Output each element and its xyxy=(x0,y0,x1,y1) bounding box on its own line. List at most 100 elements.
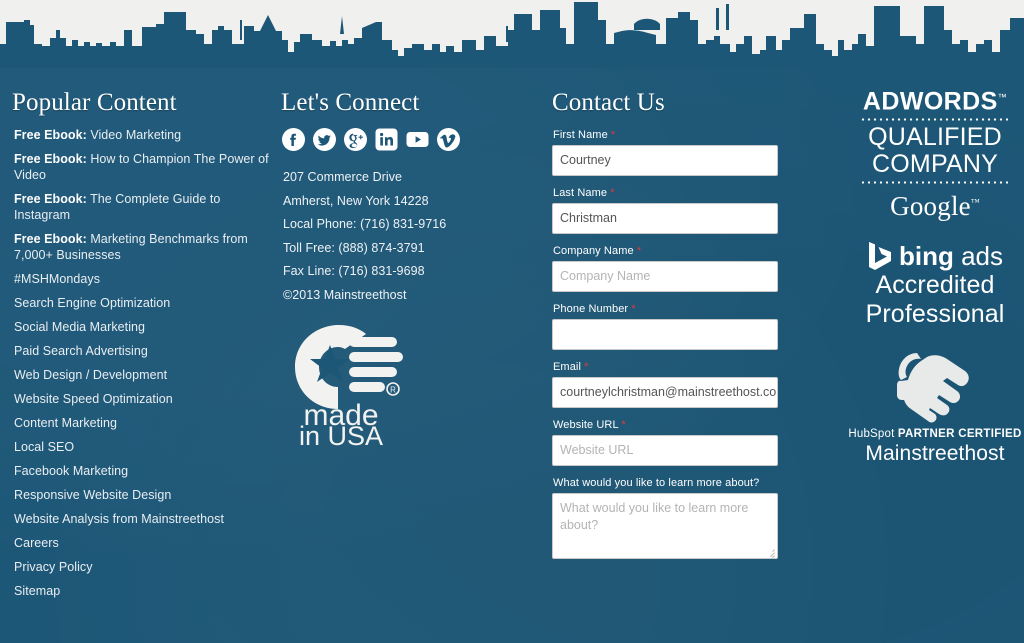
popular-content-link[interactable]: Local SEO xyxy=(14,439,272,463)
popular-content-label: Facebook Marketing xyxy=(14,464,129,478)
textarea-resize-grip[interactable] xyxy=(765,546,776,558)
popular-content-link[interactable]: Search Engine Optimization xyxy=(14,295,272,319)
bing-ads-wordmark: bing ads xyxy=(898,241,1004,272)
learn-more-textarea[interactable]: What would you like to learn more about? xyxy=(552,493,778,559)
field-label-text: What would you like to learn more about? xyxy=(553,477,760,489)
vimeo-icon[interactable] xyxy=(437,128,460,151)
field-label-text: Phone Number xyxy=(553,303,629,315)
free-ebook-prefix: Free Ebook: xyxy=(14,192,87,206)
popular-content-link[interactable]: Free Ebook: Video Marketing xyxy=(14,127,272,151)
address-line-2: Amherst, New York 14228 xyxy=(283,193,429,208)
popular-content-link[interactable]: Responsive Website Design xyxy=(14,487,272,511)
text-input[interactable]: Christman xyxy=(552,203,778,234)
popular-content-label: Content Marketing xyxy=(14,416,117,430)
text-input[interactable]: courtneylchristman@mainstreethost.com xyxy=(552,377,778,408)
popular-content-label: Responsive Website Design xyxy=(14,488,172,502)
form-field: Email * courtneylchristman@mainstreethost… xyxy=(552,361,802,408)
bing-professional-label: Professional xyxy=(865,300,1005,329)
popular-content-link[interactable]: #MSHMondays xyxy=(14,271,272,295)
toll-free-phone[interactable]: Toll Free: (888) 874-3791 xyxy=(283,237,536,261)
popular-content-label: Paid Search Advertising xyxy=(14,344,148,358)
field-label: What would you like to learn more about? xyxy=(553,477,802,489)
popular-content-link[interactable]: Website Speed Optimization xyxy=(14,391,272,415)
text-input[interactable]: Website URL xyxy=(552,435,778,466)
city-skyline-banner xyxy=(0,0,1024,68)
footer-columns: Popular Content Free Ebook: Video Market… xyxy=(0,68,1024,643)
form-field: Company Name * Company Name xyxy=(552,245,802,292)
dotted-divider-top xyxy=(860,118,1010,122)
text-input[interactable]: Courtney xyxy=(552,145,778,176)
adwords-title: ADWORDS™ xyxy=(862,87,1008,116)
popular-content-link[interactable]: Web Design / Development xyxy=(14,367,272,391)
popular-content-label: Website Speed Optimization xyxy=(14,392,173,406)
google-wordmark: Google™ xyxy=(890,191,980,222)
required-asterisk: * xyxy=(607,187,615,199)
textarea-placeholder: What would you like to learn more about? xyxy=(560,501,749,532)
certification-badges-column: ADWORDS™ QUALIFIED COMPANY Google™ bing … xyxy=(846,68,1024,466)
popular-content-label: Privacy Policy xyxy=(14,560,93,574)
bing-ads-accredited-professional-badge: bing ads Accredited Professional xyxy=(846,241,1024,329)
popular-content-link[interactable]: Careers xyxy=(14,535,272,559)
twitter-icon[interactable] xyxy=(313,128,336,151)
bing-wordmark-row: bing ads xyxy=(846,241,1024,271)
text-input[interactable]: Company Name xyxy=(552,261,778,292)
popular-content-link[interactable]: Paid Search Advertising xyxy=(14,343,272,367)
lets-connect-heading: Let's Connect xyxy=(281,89,420,116)
popular-content-link[interactable]: Free Ebook: Marketing Benchmarks from 7,… xyxy=(14,231,272,271)
popular-content-label: Careers xyxy=(14,536,59,550)
bing-logo-icon xyxy=(868,242,891,271)
field-label-text: Email xyxy=(553,361,582,373)
contact-address-block: 207 Commerce Drive Amherst, New York 142… xyxy=(283,166,536,307)
popular-content-label: Social Media Marketing xyxy=(14,320,146,334)
social-links-row xyxy=(282,128,536,151)
linkedin-icon[interactable] xyxy=(375,128,398,151)
popular-content-label: #MSHMondays xyxy=(14,272,100,286)
hubspot-certification-line: HubSpot PARTNER CERTIFIED xyxy=(848,428,1022,441)
required-asterisk: * xyxy=(633,245,642,257)
field-label-text: First Name xyxy=(553,129,608,141)
contact-us-column: Contact Us First Name * Courtney Last Name… xyxy=(552,68,802,559)
local-phone[interactable]: Local Phone: (716) 831-9716 xyxy=(283,213,536,237)
address-line-1: 207 Commerce Drive xyxy=(283,170,402,184)
popular-content-label: Sitemap xyxy=(14,584,61,598)
form-field: Last Name * Christman xyxy=(552,187,802,234)
popular-content-link[interactable]: Social Media Marketing xyxy=(14,319,272,343)
free-ebook-prefix: Free Ebook: xyxy=(14,128,87,142)
popular-content-link[interactable]: Content Marketing xyxy=(14,415,272,439)
made-in-usa-logo: R made in USA xyxy=(289,321,439,446)
youtube-icon[interactable] xyxy=(406,128,429,151)
dotted-divider-bottom xyxy=(860,181,1010,185)
hubspot-partner-certified-badge: HubSpot PARTNER CERTIFIED Mainstreethost xyxy=(846,347,1024,466)
google-plus-icon[interactable] xyxy=(344,128,367,151)
lets-connect-column: Let's Connect 207 Commerce Drive Amherst… xyxy=(281,68,536,446)
popular-content-list: Free Ebook: Video Marketing Free Ebook: H… xyxy=(10,127,272,607)
popular-content-link[interactable]: Privacy Policy xyxy=(14,559,272,583)
adwords-company-label: COMPANY xyxy=(872,150,998,179)
svg-text:R: R xyxy=(390,386,396,395)
popular-content-link[interactable]: Facebook Marketing xyxy=(14,463,272,487)
footer-page: Popular Content Free Ebook: Video Market… xyxy=(0,0,1024,643)
form-field: Website URL * Website URL xyxy=(552,419,802,466)
fax-line: Fax Line: (716) 831-9698 xyxy=(283,264,425,278)
popular-content-link[interactable]: Sitemap xyxy=(14,583,272,607)
field-label: Phone Number * xyxy=(553,303,802,315)
contact-form: First Name * Courtney Last Name * Christman… xyxy=(552,129,802,559)
field-label: Company Name * xyxy=(553,245,802,257)
popular-content-heading: Popular Content xyxy=(12,89,177,116)
popular-content-label: Website Analysis from Mainstreethost xyxy=(14,512,224,526)
form-field: First Name * Courtney xyxy=(552,129,802,176)
adwords-qualified-company-badge: ADWORDS™ QUALIFIED COMPANY Google™ xyxy=(846,84,1024,221)
form-field: What would you like to learn more about?… xyxy=(552,477,802,559)
popular-content-link[interactable]: Website Analysis from Mainstreethost xyxy=(14,511,272,535)
required-asterisk: * xyxy=(618,419,626,431)
hubspot-company-name: Mainstreethost xyxy=(865,442,1005,466)
required-asterisk: * xyxy=(607,129,616,141)
popular-content-link[interactable]: Free Ebook: How to Champion The Power of… xyxy=(14,151,272,191)
field-label: First Name * xyxy=(553,129,802,141)
facebook-icon[interactable] xyxy=(282,128,305,151)
popular-content-link[interactable]: Free Ebook: The Complete Guide to Instag… xyxy=(14,191,272,231)
popular-content-label: Local SEO xyxy=(14,440,75,454)
text-input[interactable] xyxy=(552,319,778,350)
bing-accredited-label: Accredited xyxy=(875,271,995,300)
adwords-qualified-label: QUALIFIED xyxy=(868,123,1002,152)
